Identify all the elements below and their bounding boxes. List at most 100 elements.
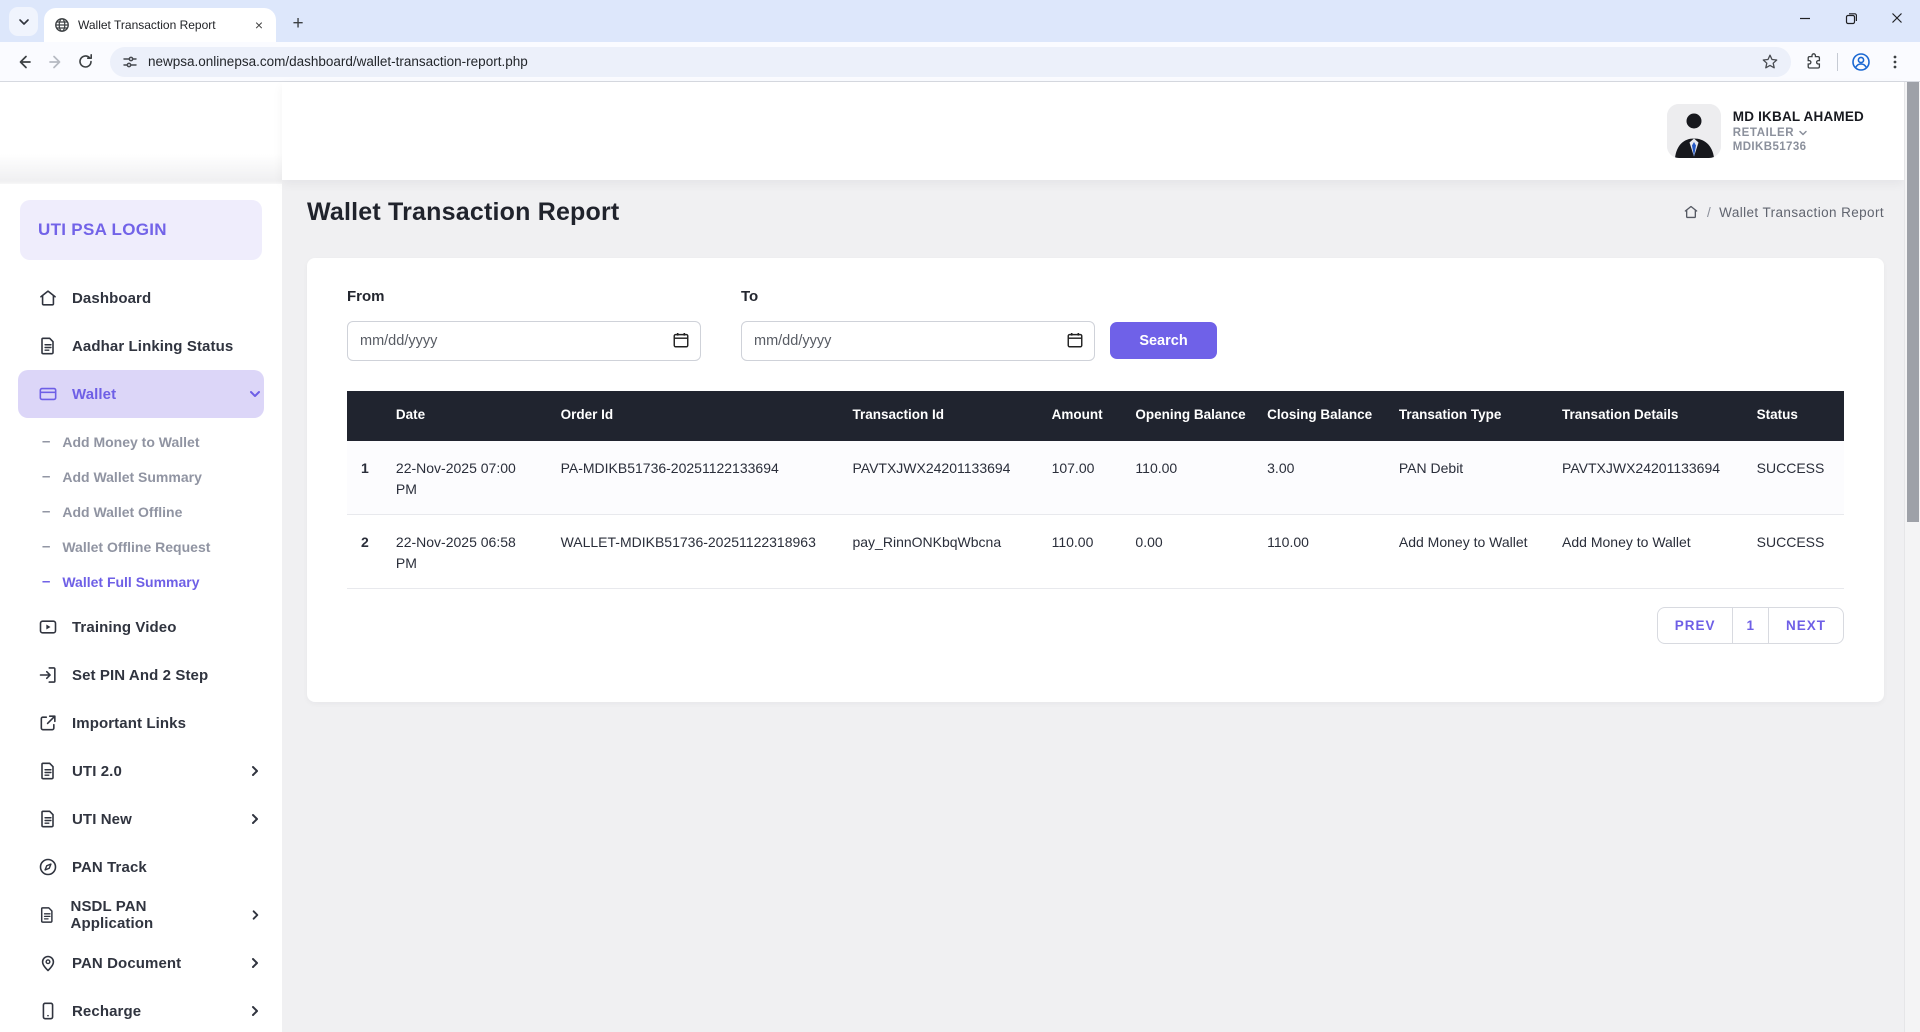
url-text[interactable]: newpsa.onlinepsa.com/dashboard/wallet-tr… bbox=[148, 54, 1761, 69]
from-label: From bbox=[347, 288, 701, 305]
top-header: MD IKBAL AHAMED RETAILER MDIKB51736 bbox=[282, 82, 1904, 180]
browser-menu-icon[interactable] bbox=[1880, 47, 1910, 77]
sidebar-item-set-pin-and-2-step[interactable]: Set PIN And 2 Step bbox=[18, 651, 264, 699]
tab-title: Wallet Transaction Report bbox=[78, 18, 250, 32]
login-icon bbox=[38, 665, 58, 685]
sidebar-item-nsdl-pan-application[interactable]: NSDL PAN Application bbox=[18, 891, 264, 939]
video-icon bbox=[38, 617, 58, 637]
col-transation-details: Transation Details bbox=[1552, 391, 1747, 441]
user-role[interactable]: RETAILER bbox=[1733, 127, 1864, 139]
document-icon bbox=[38, 905, 57, 925]
bookmark-star-icon[interactable] bbox=[1761, 53, 1779, 71]
sidebar: UTI PSA LOGIN Dashboard Aadhar Linking S… bbox=[0, 82, 282, 1032]
dash-icon: – bbox=[42, 468, 50, 485]
col-transation-type: Transation Type bbox=[1389, 391, 1552, 441]
cell-transation-details: Add Money to Wallet bbox=[1552, 514, 1747, 588]
address-bar[interactable]: newpsa.onlinepsa.com/dashboard/wallet-tr… bbox=[110, 47, 1791, 77]
chevron-right-icon bbox=[248, 764, 262, 778]
cell-sn: 1 bbox=[347, 441, 386, 515]
reload-button[interactable] bbox=[70, 47, 100, 77]
site-settings-icon[interactable] bbox=[122, 54, 138, 70]
sidebar-top-shadow bbox=[0, 154, 282, 184]
col-closing-balance: Closing Balance bbox=[1257, 391, 1389, 441]
to-date-input[interactable] bbox=[741, 321, 1095, 361]
cell-closing-balance: 3.00 bbox=[1257, 441, 1389, 515]
sidebar-item-training-video[interactable]: Training Video bbox=[18, 603, 264, 651]
submenu-item-add-money-to-wallet[interactable]: – Add Money to Wallet bbox=[0, 424, 282, 459]
sidebar-item-recharge[interactable]: Recharge bbox=[18, 987, 264, 1032]
report-card: From To bbox=[307, 258, 1884, 702]
toolbar-right-icons bbox=[1799, 47, 1910, 77]
pagination-prev-button[interactable]: PREV bbox=[1658, 608, 1733, 643]
submenu-item-add-wallet-summary[interactable]: – Add Wallet Summary bbox=[0, 459, 282, 494]
cell-opening-balance: 110.00 bbox=[1125, 441, 1257, 515]
wallet-icon bbox=[38, 384, 58, 404]
sidebar-item-pan-track[interactable]: PAN Track bbox=[18, 843, 264, 891]
extensions-icon[interactable] bbox=[1799, 47, 1829, 77]
window-restore-button[interactable] bbox=[1828, 0, 1874, 36]
cell-closing-balance: 110.00 bbox=[1257, 514, 1389, 588]
sidebar-item-pan-document[interactable]: PAN Document bbox=[18, 939, 264, 987]
submenu-item-add-wallet-offline[interactable]: – Add Wallet Offline bbox=[0, 494, 282, 529]
back-button[interactable] bbox=[10, 47, 40, 77]
calendar-icon[interactable] bbox=[672, 331, 690, 349]
main-area: MD IKBAL AHAMED RETAILER MDIKB51736 Wall… bbox=[282, 82, 1904, 1032]
col-date: Date bbox=[386, 391, 551, 441]
tab-search-button[interactable] bbox=[9, 7, 38, 36]
user-id: MDIKB51736 bbox=[1733, 141, 1864, 153]
new-tab-button[interactable]: + bbox=[284, 10, 312, 38]
sidebar-menu: Dashboard Aadhar Linking Status Wallet –… bbox=[0, 274, 282, 1032]
smartphone-icon bbox=[38, 1001, 58, 1021]
page-body: UTI PSA LOGIN Dashboard Aadhar Linking S… bbox=[0, 82, 1920, 1032]
wallet-submenu: – Add Money to Wallet – Add Wallet Summa… bbox=[0, 424, 282, 599]
home-icon[interactable] bbox=[1683, 204, 1699, 220]
dash-icon: – bbox=[42, 433, 50, 450]
browser-tab[interactable]: Wallet Transaction Report × bbox=[44, 8, 276, 42]
from-date-input[interactable] bbox=[347, 321, 701, 361]
cell-order-id: WALLET-MDIKB51736-20251122318963 bbox=[551, 514, 843, 588]
compass-icon bbox=[38, 857, 58, 877]
to-label: To bbox=[741, 288, 1095, 305]
content-area: Wallet Transaction Report / Wallet Trans… bbox=[282, 180, 1904, 702]
document-icon bbox=[38, 336, 58, 356]
sidebar-item-wallet[interactable]: Wallet bbox=[18, 370, 264, 418]
cell-status: SUCCESS bbox=[1747, 441, 1844, 515]
pagination-page-1[interactable]: 1 bbox=[1732, 608, 1768, 643]
map-pin-icon bbox=[38, 953, 58, 973]
sidebar-item-important-links[interactable]: Important Links bbox=[18, 699, 264, 747]
forward-button[interactable] bbox=[40, 47, 70, 77]
sidebar-item-uti-2-0[interactable]: UTI 2.0 bbox=[18, 747, 264, 795]
scrollbar-thumb[interactable] bbox=[1907, 82, 1919, 522]
dash-icon: – bbox=[42, 573, 50, 590]
submenu-item-wallet-offline-request[interactable]: – Wallet Offline Request bbox=[0, 529, 282, 564]
sidebar-item-dashboard[interactable]: Dashboard bbox=[18, 274, 264, 322]
page-scrollbar[interactable] bbox=[1904, 82, 1920, 1032]
submenu-item-wallet-full-summary[interactable]: – Wallet Full Summary bbox=[0, 564, 282, 599]
col-status: Status bbox=[1747, 391, 1844, 441]
table-row: 1 22-Nov-2025 07:00 PM PA-MDIKB51736-202… bbox=[347, 441, 1844, 515]
window-minimize-button[interactable] bbox=[1782, 0, 1828, 36]
breadcrumb-separator: / bbox=[1707, 205, 1711, 220]
cell-transaction-id: pay_RinnONKbqWbcna bbox=[842, 514, 1041, 588]
pagination-next-button[interactable]: NEXT bbox=[1768, 608, 1843, 643]
browser-window: Wallet Transaction Report × + bbox=[0, 0, 1920, 1032]
chevron-down-icon bbox=[1798, 128, 1808, 138]
user-menu[interactable]: MD IKBAL AHAMED RETAILER MDIKB51736 bbox=[1667, 104, 1864, 158]
cell-transaction-id: PAVTXJWX24201133694 bbox=[842, 441, 1041, 515]
cell-transation-type: PAN Debit bbox=[1389, 441, 1552, 515]
transactions-table: Date Order Id Transaction Id Amount Open… bbox=[347, 391, 1844, 589]
search-button[interactable]: Search bbox=[1110, 322, 1217, 359]
breadcrumb-current: Wallet Transaction Report bbox=[1719, 205, 1884, 220]
col-sn bbox=[347, 391, 386, 441]
sidebar-item-uti-new[interactable]: UTI New bbox=[18, 795, 264, 843]
cell-transation-type: Add Money to Wallet bbox=[1389, 514, 1552, 588]
window-close-button[interactable] bbox=[1874, 0, 1920, 36]
filter-bar: From To bbox=[347, 288, 1844, 361]
profile-icon[interactable] bbox=[1846, 47, 1876, 77]
calendar-icon[interactable] bbox=[1066, 331, 1084, 349]
chevron-right-icon bbox=[248, 1004, 262, 1018]
cell-date: 22-Nov-2025 06:58 PM bbox=[386, 514, 551, 588]
col-amount: Amount bbox=[1042, 391, 1126, 441]
sidebar-item-aadhar-linking-status[interactable]: Aadhar Linking Status bbox=[18, 322, 264, 370]
tab-close-button[interactable]: × bbox=[250, 16, 268, 34]
